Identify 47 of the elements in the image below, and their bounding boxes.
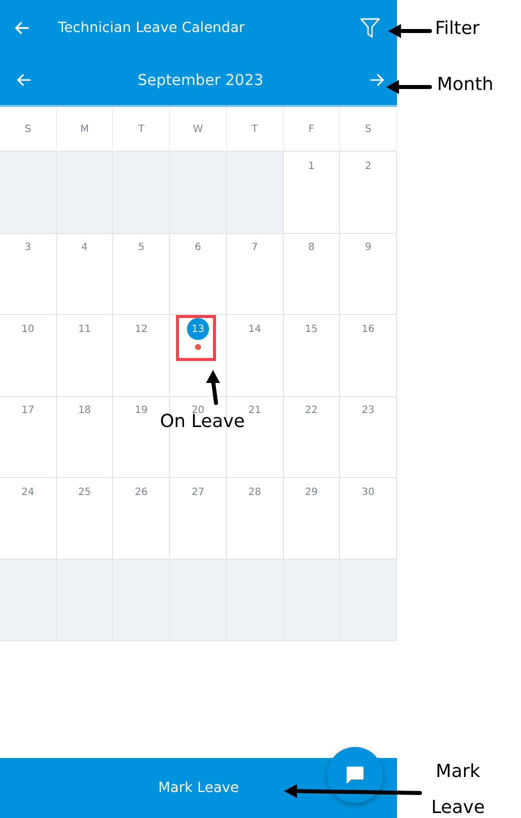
- day-number[interactable]: 1: [300, 155, 322, 177]
- day-number[interactable]: 5: [130, 236, 152, 258]
- day-number[interactable]: 6: [186, 236, 209, 258]
- day-number[interactable]: 27: [186, 481, 209, 503]
- weekday-label: S: [364, 124, 372, 134]
- day-number[interactable]: 9: [357, 236, 380, 258]
- weekday-label: S: [24, 124, 32, 134]
- day-number[interactable]: 12: [130, 318, 152, 340]
- weekday-label: F: [308, 124, 314, 134]
- highlight-box: [176, 315, 216, 361]
- chat-icon: [344, 764, 366, 786]
- annotation-label: Mark Leave: [430, 760, 486, 818]
- day-number[interactable]: 19: [130, 400, 152, 422]
- day-number[interactable]: 26: [130, 481, 152, 503]
- day-number[interactable]: 22: [300, 400, 322, 422]
- day-number[interactable]: 17: [16, 400, 39, 422]
- day-number[interactable]: 3: [16, 236, 39, 258]
- day-number[interactable]: 4: [74, 236, 96, 258]
- weekday-label: W: [193, 124, 203, 134]
- day-number[interactable]: 14: [244, 318, 266, 340]
- screen-title: Technician Leave Calendar: [58, 20, 246, 36]
- annotation-label: Month: [437, 74, 494, 95]
- day-number[interactable]: 24: [16, 481, 39, 503]
- day-number[interactable]: 18: [74, 400, 96, 422]
- month-label: September 2023: [138, 71, 264, 89]
- day-number[interactable]: 11: [74, 318, 96, 340]
- day-number[interactable]: 8: [300, 236, 322, 258]
- weekday-label: T: [252, 124, 258, 134]
- day-number[interactable]: 29: [300, 481, 322, 503]
- day-number[interactable]: 15: [300, 318, 322, 340]
- day-number[interactable]: 30: [357, 481, 380, 503]
- day-number[interactable]: 21: [244, 400, 266, 422]
- day-number[interactable]: 2: [357, 155, 380, 177]
- annotation-arrow: [206, 370, 220, 405]
- annotation-arrow: [386, 80, 432, 94]
- day-number[interactable]: 16: [357, 318, 380, 340]
- annotation-arrow: [388, 24, 432, 38]
- selected-day[interactable]: 13: [186, 318, 209, 340]
- day-number[interactable]: 23: [357, 400, 380, 422]
- day-number[interactable]: 10: [16, 318, 39, 340]
- weekday-label: T: [138, 124, 144, 134]
- annotation-label: Filter: [435, 18, 480, 39]
- weekday-label: M: [80, 124, 89, 134]
- day-number[interactable]: 28: [244, 481, 266, 503]
- day-number[interactable]: 25: [74, 481, 96, 503]
- day-number[interactable]: 7: [244, 236, 266, 258]
- mark-leave-button[interactable]: Mark Leave: [0, 758, 397, 818]
